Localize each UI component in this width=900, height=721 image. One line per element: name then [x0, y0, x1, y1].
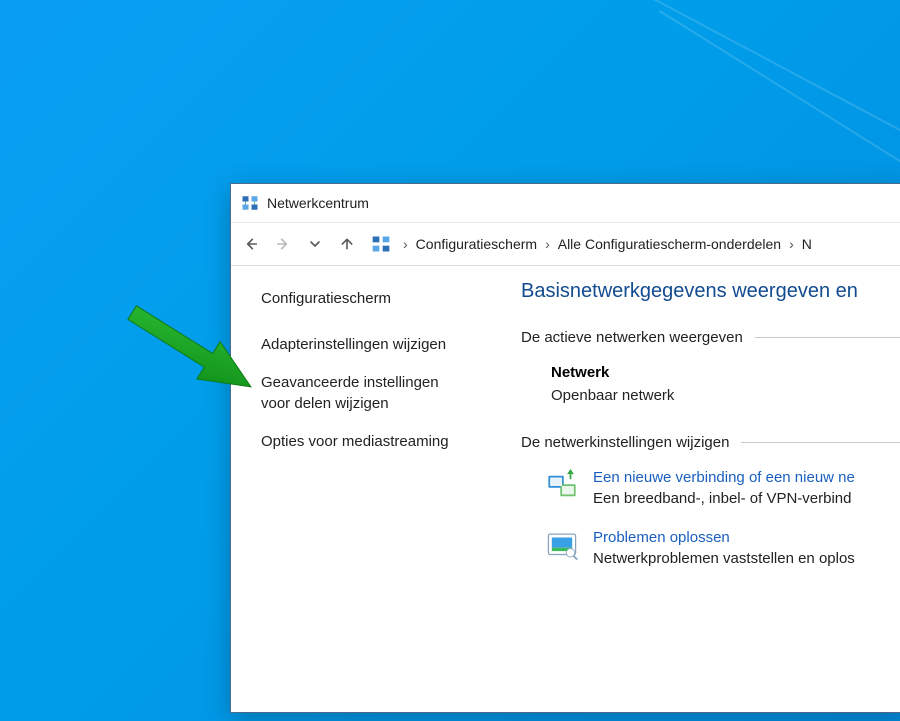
navigation-row: › Configuratiescherm › Alle Configuratie… — [231, 222, 900, 266]
window-titlebar[interactable]: Netwerkcentrum — [231, 184, 900, 222]
breadcrumb[interactable]: › Configuratiescherm › Alle Configuratie… — [397, 234, 814, 254]
sidebar: Configuratiescherm Adapterinstellingen w… — [231, 266, 491, 712]
arrow-up-icon — [339, 236, 355, 252]
action-new-connection[interactable]: Een nieuwe verbinding of een nieuw ne Ee… — [545, 469, 900, 507]
sidebar-link-adapter-settings[interactable]: Adapterinstellingen wijzigen — [261, 335, 471, 355]
breadcrumb-item-1[interactable]: Alle Configuratiescherm-onderdelen — [556, 234, 783, 254]
section-label: De netwerkinstellingen wijzigen — [521, 434, 729, 451]
arrow-left-icon — [243, 236, 259, 252]
network-center-window: Netwerkcentrum › Configuratiescherm › Al… — [230, 183, 900, 713]
content-pane: Basisnetwerkgegevens weergeven en De act… — [491, 266, 900, 712]
section-active-networks: De actieve netwerken weergeven — [521, 329, 900, 346]
action-troubleshoot[interactable]: Problemen oplossen Netwerkproblemen vast… — [545, 529, 900, 567]
network-name[interactable]: Netwerk — [551, 364, 900, 381]
nav-back-button[interactable] — [237, 230, 265, 258]
nav-forward-button — [269, 230, 297, 258]
sidebar-link-media-streaming[interactable]: Opties voor mediastreaming — [261, 432, 471, 452]
page-heading: Basisnetwerkgegevens weergeven en — [521, 280, 900, 303]
breadcrumb-network-icon — [371, 234, 391, 254]
action-title[interactable]: Problemen oplossen — [593, 529, 855, 546]
sidebar-link-advanced-sharing[interactable]: Geavanceerde instellingen voor delen wij… — [261, 373, 471, 414]
section-rule — [755, 337, 900, 338]
network-type: Openbaar netwerk — [551, 387, 900, 404]
action-title[interactable]: Een nieuwe verbinding of een nieuw ne — [593, 469, 855, 486]
section-rule — [741, 442, 900, 443]
network-center-icon — [241, 194, 259, 212]
window-title: Netwerkcentrum — [267, 195, 369, 211]
chevron-down-icon — [307, 236, 323, 252]
arrow-right-icon — [275, 236, 291, 252]
breadcrumb-chevron-icon: › — [545, 236, 550, 252]
breadcrumb-chevron-icon: › — [403, 236, 408, 252]
nav-history-dropdown[interactable] — [301, 230, 329, 258]
breadcrumb-item-2[interactable]: N — [800, 234, 814, 254]
action-desc: Netwerkproblemen vaststellen en oplos — [593, 550, 855, 567]
troubleshoot-icon — [545, 529, 579, 563]
new-connection-icon — [545, 469, 579, 503]
section-label: De actieve netwerken weergeven — [521, 329, 743, 346]
breadcrumb-chevron-icon: › — [789, 236, 794, 252]
breadcrumb-item-0[interactable]: Configuratiescherm — [414, 234, 539, 254]
section-change-settings: De netwerkinstellingen wijzigen — [521, 434, 900, 451]
sidebar-home-link[interactable]: Configuratiescherm — [261, 290, 471, 307]
active-network-block: Netwerk Openbaar netwerk — [551, 364, 900, 404]
nav-up-button[interactable] — [333, 230, 361, 258]
action-desc: Een breedband-, inbel- of VPN-verbind — [593, 490, 855, 507]
